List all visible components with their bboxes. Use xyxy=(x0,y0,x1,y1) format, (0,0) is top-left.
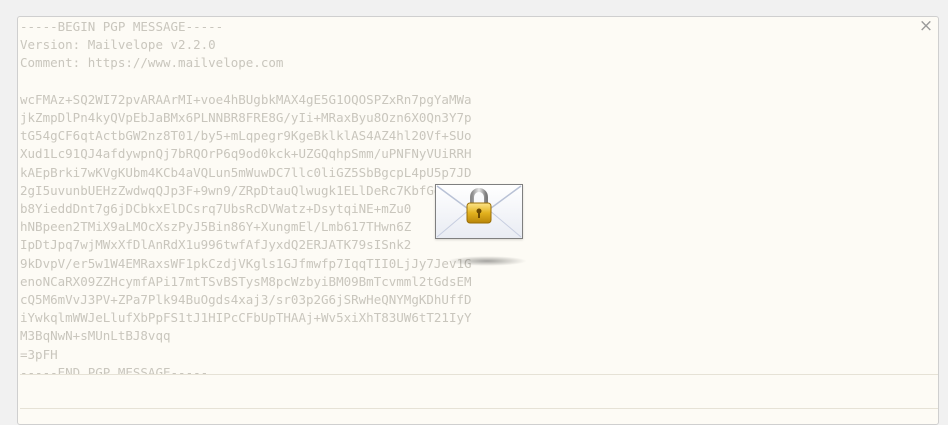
decrypt-lock-button[interactable] xyxy=(435,184,527,266)
close-icon[interactable]: × xyxy=(918,17,934,35)
lock-shadow xyxy=(447,256,527,266)
frame-footer xyxy=(20,374,938,409)
padlock-icon xyxy=(466,188,492,224)
pgp-armored-message: -----BEGIN PGP MESSAGE----- Version: Mai… xyxy=(20,19,472,380)
